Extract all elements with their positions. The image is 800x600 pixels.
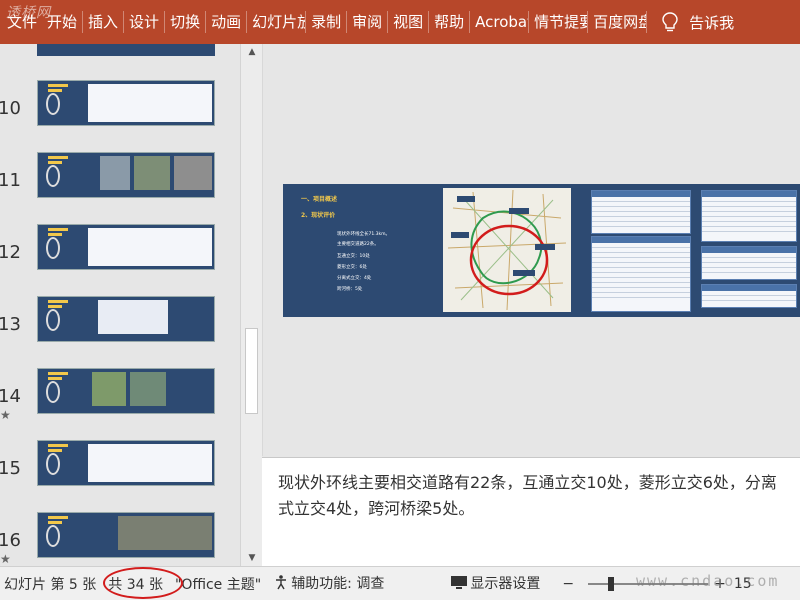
thumbnail-partial[interactable] — [37, 44, 215, 56]
slide-line: 跨河桥：5处 — [337, 287, 363, 292]
monitor-icon — [450, 574, 468, 594]
lightbulb-icon[interactable] — [655, 0, 685, 44]
thumbnail-row[interactable]: 15 — [0, 440, 240, 500]
accessibility-button[interactable]: 辅助功能: 调查 — [267, 573, 390, 594]
slide-total: 共 34 张 — [108, 576, 163, 593]
slide-number: 14 — [0, 386, 21, 407]
slide-subheading: 2、现状评价 — [301, 212, 336, 219]
accessibility-icon — [273, 574, 289, 594]
interchange-table — [701, 190, 797, 242]
tell-me-search[interactable]: 告诉我 — [689, 12, 734, 33]
thumbnail-row[interactable]: 14 ★ — [0, 368, 240, 428]
notes-text[interactable]: 现状外环线主要相交道路有22条，互通立交10处，菱形立交6处，分离式立交4处，跨… — [278, 470, 784, 522]
slide-line: 主要相交道路22条。 — [337, 242, 379, 247]
thumbnail-row[interactable]: 13 — [0, 296, 240, 356]
current-slide[interactable]: 一、项目概述 2、现状评价 现状外环线全长71.3km。 主要相交道路22条。 … — [283, 184, 800, 317]
slide-number: 10 — [0, 98, 21, 119]
slide-number: 11 — [0, 170, 21, 191]
tab-design[interactable]: 设计 — [124, 0, 164, 44]
zoom-slider-knob[interactable] — [608, 576, 615, 591]
theme-name: "Office 主题" — [174, 576, 262, 593]
slide-line: 分离式立交：4处 — [337, 276, 372, 281]
tab-acrobat[interactable]: Acrobat — [470, 0, 528, 44]
tab-record[interactable]: 录制 — [306, 0, 346, 44]
slide-line: 互通立交：10处 — [337, 254, 370, 259]
zoom-out-button[interactable]: − — [556, 576, 580, 592]
speaker-notes[interactable]: 现状外环线主要相交道路有22条，互通立交10处，菱形立交6处，分离式立交4处，跨… — [262, 457, 800, 566]
slide-thumbnail-pane: 10 11 12 13 14 ★ 15 16 ★ — [0, 44, 240, 566]
tab-animations[interactable]: 动画 — [206, 0, 246, 44]
slide-line: 菱形立交：6处 — [337, 265, 367, 270]
slide-thumbnail[interactable] — [37, 512, 215, 558]
tab-review[interactable]: 审阅 — [347, 0, 387, 44]
slide-editor: 一、项目概述 2、现状评价 现状外环线全长71.3km。 主要相交道路22条。 … — [262, 44, 800, 456]
scroll-up-icon[interactable]: ▲ — [241, 44, 263, 60]
slide-number: 15 — [0, 458, 21, 479]
tab-slideshow[interactable]: 幻灯片放映 — [247, 0, 305, 44]
interchange-table — [591, 236, 691, 312]
scroll-down-icon[interactable]: ▼ — [241, 550, 263, 566]
tab-transitions[interactable]: 切换 — [165, 0, 205, 44]
slide-thumbnail[interactable] — [37, 368, 215, 414]
watermark-logo: 透桥网 — [6, 5, 51, 21]
tab-baidu-netdisk[interactable]: 百度网盘 — [588, 0, 646, 44]
thumbnail-row[interactable]: 10 — [0, 80, 240, 140]
road-network-map — [443, 188, 571, 312]
tab-storyboard[interactable]: 情节提要 — [529, 0, 587, 44]
thumbnail-scrollbar[interactable]: ▲ ▼ — [240, 44, 262, 566]
thumbnail-row[interactable]: 12 — [0, 224, 240, 284]
slide-thumbnail[interactable] — [37, 224, 215, 270]
slide-thumbnail[interactable] — [37, 152, 215, 198]
animation-star-icon: ★ — [0, 552, 11, 566]
accessibility-label: 辅助功能: 调查 — [291, 576, 385, 592]
slide-thumbnail[interactable] — [37, 440, 215, 486]
display-settings-label: 显示器设置 — [470, 576, 541, 592]
tab-help[interactable]: 帮助 — [429, 0, 469, 44]
slide-number: 13 — [0, 314, 21, 335]
slide-heading: 一、项目概述 — [301, 196, 338, 203]
slide-thumbnail[interactable] — [37, 80, 215, 126]
interchange-table — [591, 190, 691, 234]
thumbnail-row[interactable]: 16 ★ — [0, 512, 240, 566]
display-settings-button[interactable]: 显示器设置 — [444, 573, 546, 594]
slide-number: 16 — [0, 530, 21, 551]
watermark-url: www.cndao.com — [636, 572, 780, 590]
slide-number: 12 — [0, 242, 21, 263]
tab-view[interactable]: 视图 — [388, 0, 428, 44]
slide-counter: 幻灯片 第 5 张 — [4, 576, 97, 593]
slide-line: 现状外环线全长71.3km。 — [337, 232, 391, 237]
tab-insert[interactable]: 插入 — [83, 0, 123, 44]
thumbnail-row[interactable]: 11 — [0, 152, 240, 212]
animation-star-icon: ★ — [0, 408, 11, 422]
interchange-table — [701, 246, 797, 280]
scrollbar-thumb[interactable] — [245, 328, 258, 414]
tab-separator — [646, 11, 648, 33]
ribbon-tabs: 透桥网 文件 开始 插入 设计 切换 动画 幻灯片放映 录制 审阅 视图 帮助 … — [0, 0, 800, 44]
interchange-table — [701, 284, 797, 308]
slide-thumbnail[interactable] — [37, 296, 215, 342]
